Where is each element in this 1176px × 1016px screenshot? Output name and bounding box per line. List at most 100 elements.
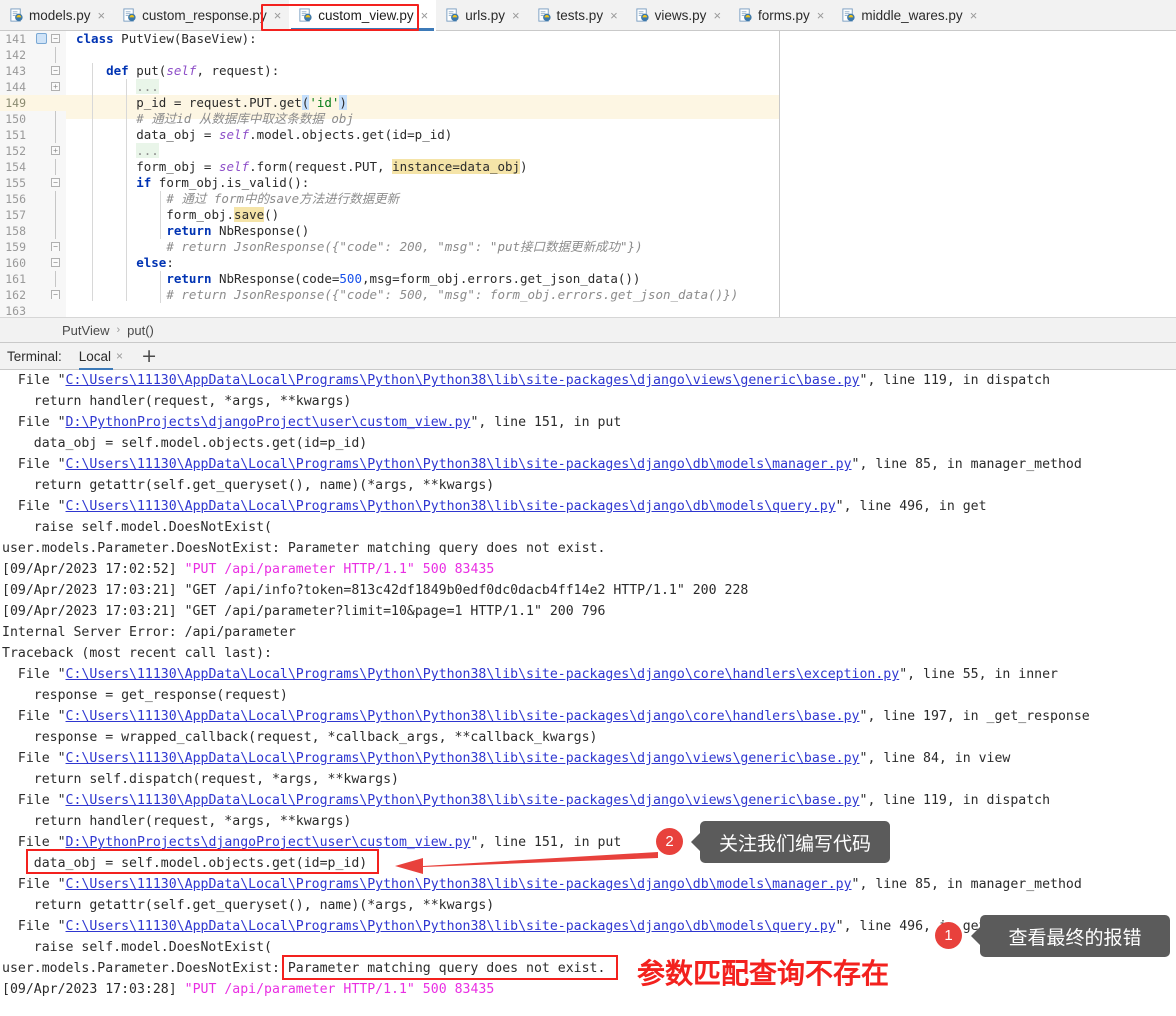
fold-icon[interactable]: − [51, 178, 60, 187]
tab-label: custom_response.py [142, 8, 267, 23]
close-icon[interactable]: × [815, 9, 825, 22]
annotation-badge-2: 2 [656, 828, 683, 855]
terminal-line: return handler(request, *args, **kwargs) [2, 814, 352, 829]
gutter-line[interactable]: 161 [0, 271, 66, 287]
line-number: 143 [5, 64, 26, 78]
line-number: 150 [5, 112, 26, 126]
terminal-line: File "C:\Users\11130\AppData\Local\Progr… [2, 709, 1090, 724]
code-line[interactable]: ... [66, 79, 779, 95]
gutter-line-current[interactable]: 149 [0, 95, 66, 111]
breadcrumb-method[interactable]: put() [127, 323, 154, 338]
line-number: 149 [5, 96, 26, 110]
tab-forms-py[interactable]: forms.py × [729, 0, 832, 31]
code-line[interactable]: form_obj = self.form(request.PUT, instan… [66, 159, 779, 175]
tab-urls-py[interactable]: urls.py × [436, 0, 527, 31]
line-number: 163 [5, 304, 26, 318]
gutter-line[interactable]: 162 − [0, 287, 66, 303]
code-line[interactable]: form_obj.save() [66, 207, 779, 223]
add-terminal-icon[interactable]: + [141, 346, 157, 366]
terminal-line: user.models.Parameter.DoesNotExist: Para… [2, 541, 606, 556]
gutter-line[interactable]: 150 [0, 111, 66, 127]
close-icon[interactable]: × [968, 9, 978, 22]
close-icon[interactable]: × [96, 9, 106, 22]
terminal-line: File "D:\PythonProjects\djangoProject\us… [2, 835, 622, 850]
gutter-line[interactable]: 142 [0, 47, 66, 63]
terminal-label: Terminal: [7, 348, 62, 364]
fold-guide [55, 159, 56, 175]
tab-custom-response-py[interactable]: custom_response.py × [113, 0, 289, 31]
close-icon[interactable]: × [510, 9, 520, 22]
close-icon[interactable]: × [711, 9, 721, 22]
fold-end-icon[interactable]: − [51, 290, 60, 299]
gutter-line[interactable]: 157 [0, 207, 66, 223]
close-icon[interactable]: × [419, 9, 429, 22]
gutter-line[interactable]: 154 [0, 159, 66, 175]
gutter-line[interactable]: 152 + [0, 143, 66, 159]
breakpoint-icon[interactable] [36, 33, 47, 44]
terminal-line: data_obj = self.model.objects.get(id=p_i… [2, 436, 368, 451]
gutter-line[interactable]: 141 − [0, 31, 66, 47]
code-line[interactable] [66, 47, 779, 63]
line-number: 141 [5, 32, 26, 46]
line-number: 144 [5, 80, 26, 94]
fold-icon[interactable]: + [51, 82, 60, 91]
code-line[interactable]: class PutView(BaseView): [66, 31, 779, 47]
terminal-line-highlighted: data_obj = self.model.objects.get(id=p_i… [2, 856, 368, 871]
tab-middle-wares-py[interactable]: middle_wares.py × [832, 0, 985, 31]
fold-guide [55, 207, 56, 223]
gutter-line[interactable]: 151 [0, 127, 66, 143]
close-icon[interactable]: × [272, 9, 282, 22]
fold-icon[interactable]: + [51, 146, 60, 155]
code-line[interactable]: # 通过 form中的save方法进行数据更新 [66, 191, 779, 207]
gutter-line[interactable]: 158 [0, 223, 66, 239]
code-line[interactable]: data_obj = self.model.objects.get(id=p_i… [66, 127, 779, 143]
fold-end-icon[interactable]: − [51, 242, 60, 251]
terminal-tab-local[interactable]: Local × [78, 343, 123, 370]
terminal-line: File "D:\PythonProjects\djangoProject\us… [2, 415, 622, 430]
close-icon[interactable]: × [116, 349, 123, 363]
terminal-line: [09/Apr/2023 17:03:21] "GET /api/info?to… [2, 583, 749, 598]
code-line[interactable]: return NbResponse() [66, 223, 779, 239]
tab-tests-py[interactable]: tests.py × [528, 0, 626, 31]
close-icon[interactable]: × [608, 9, 618, 22]
gutter-line[interactable]: 160 − [0, 255, 66, 271]
tab-custom-view-py[interactable]: custom_view.py × [289, 0, 437, 31]
annotation-callout-2: 关注我们编写代码 [700, 821, 890, 863]
terminal-line: return getattr(self.get_queryset(), name… [2, 898, 495, 913]
line-number: 157 [5, 208, 26, 222]
code-line-current[interactable]: p_id = request.PUT.get('id') [66, 95, 779, 111]
line-number: 151 [5, 128, 26, 142]
tab-models-py[interactable]: models.py × [0, 0, 113, 31]
python-file-icon [445, 8, 460, 23]
code-line[interactable]: ... [66, 143, 779, 159]
fold-guide [55, 191, 56, 207]
code-line[interactable]: # return JsonResponse({"code": 500, "msg… [66, 287, 779, 303]
code-editor[interactable]: 141 − 142 143 − 144 + 149 150 151 152 + 154… [0, 31, 1176, 318]
code-line[interactable]: # return JsonResponse({"code": 200, "msg… [66, 239, 779, 255]
line-number: 158 [5, 224, 26, 238]
terminal-line-error: user.models.Parameter.DoesNotExist: Para… [2, 961, 606, 976]
code-line[interactable]: # 通过id 从数据库中取这条数据 obj [66, 111, 779, 127]
gutter-line[interactable]: 143 − [0, 63, 66, 79]
python-file-icon [635, 8, 650, 23]
code-text-area[interactable]: class PutView(BaseView): def put(self, r… [66, 31, 779, 317]
code-line[interactable]: if form_obj.is_valid(): [66, 175, 779, 191]
fold-icon[interactable]: − [51, 34, 60, 43]
fold-icon[interactable]: − [51, 258, 60, 267]
terminal-line: raise self.model.DoesNotExist( [2, 520, 272, 535]
code-line[interactable]: return NbResponse(code=500,msg=form_obj.… [66, 271, 779, 287]
gutter-line[interactable]: 156 [0, 191, 66, 207]
indent-guide [92, 63, 93, 301]
code-line[interactable]: else: [66, 255, 779, 271]
gutter-line[interactable]: 159 − [0, 239, 66, 255]
breadcrumb-class[interactable]: PutView [62, 323, 109, 338]
tab-views-py[interactable]: views.py × [626, 0, 729, 31]
gutter-line[interactable]: 155 − [0, 175, 66, 191]
code-line[interactable]: def put(self, request): [66, 63, 779, 79]
fold-guide [55, 271, 56, 287]
gutter-line[interactable]: 144 + [0, 79, 66, 95]
python-file-icon [537, 8, 552, 23]
fold-icon[interactable]: − [51, 66, 60, 75]
chevron-right-icon: › [116, 324, 121, 336]
terminal-line: File "C:\Users\11130\AppData\Local\Progr… [2, 499, 987, 514]
